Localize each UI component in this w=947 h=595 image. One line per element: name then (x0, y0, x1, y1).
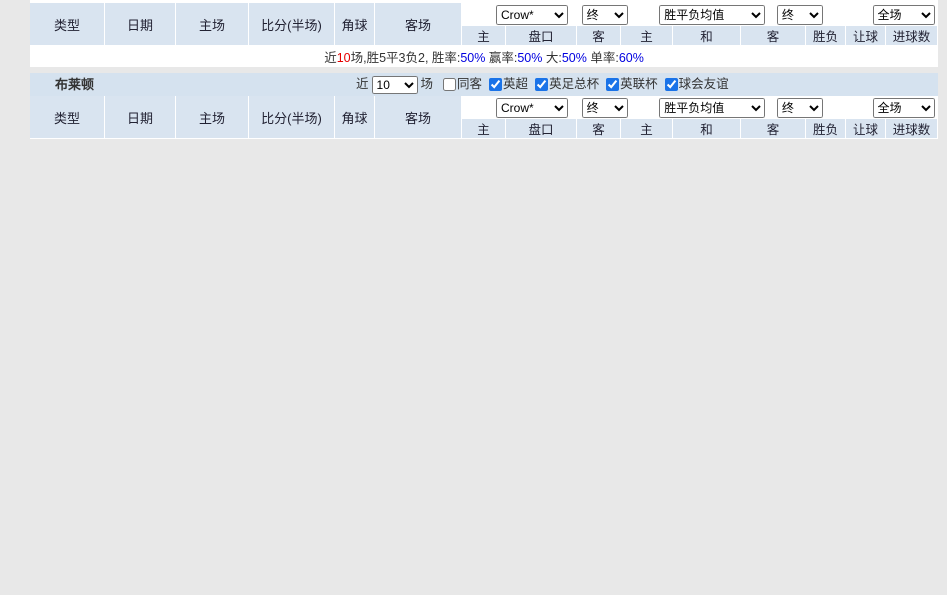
team-header-bar: 布莱顿 近 10 场 同客 英超 英足总杯 英联杯 球会友谊 (30, 73, 938, 96)
filter-item: 同客 (436, 77, 482, 91)
page: 类型 日期 主场 比分(半场) 角球 客场 Crow* 终 胜平负均值 终 全场 (0, 0, 947, 595)
filter-checkbox[interactable] (489, 78, 502, 91)
filter-controls: 近 10 场 同客 英超 英足总杯 英联杯 球会友谊 (353, 73, 729, 96)
col-odds-away: 客 (577, 26, 621, 46)
summary-part: 场,胜5平3负2, 胜率: (351, 51, 461, 65)
col-odds-away: 客 (577, 119, 621, 139)
league-filters: 同客 英超 英足总杯 英联杯 球会友谊 (436, 73, 729, 96)
filter-label: 英联杯 (620, 77, 658, 91)
col-goals: 进球数 (886, 119, 938, 139)
avg-odds-select[interactable]: 胜平负均值 (659, 98, 765, 118)
col-wdl: 胜负 (806, 119, 846, 139)
col-odds-home: 主 (462, 26, 506, 46)
filter-checkbox[interactable] (443, 78, 456, 91)
avg-time-select[interactable]: 终 (777, 5, 823, 25)
scope-select[interactable]: 全场 (873, 98, 935, 118)
col-odds-handicap: 盘口 (506, 119, 577, 139)
filter-checkbox[interactable] (665, 78, 678, 91)
summary-part: 50% (517, 51, 542, 65)
col-away: 客场 (375, 3, 462, 46)
col-score: 比分(半场) (249, 96, 335, 139)
col-avg-away: 客 (741, 26, 806, 46)
col-odds-handicap: 盘口 (506, 26, 577, 46)
col-avg-draw: 和 (673, 119, 741, 139)
col-away: 客场 (375, 96, 462, 139)
col-odds-home: 主 (462, 119, 506, 139)
matches-table-2: 类型 日期 主场 比分(半场) 角球 客场 Crow* 终 胜平负均值 终 全场 (30, 96, 938, 139)
team-name: 布莱顿 (55, 77, 94, 92)
filter-item: 英超 (482, 77, 528, 91)
filter-item: 英足总杯 (528, 77, 599, 91)
first-team-section: 类型 日期 主场 比分(半场) 角球 客场 Crow* 终 胜平负均值 终 全场 (30, 0, 938, 67)
summary-part: 单率: (587, 51, 619, 65)
col-goals: 进球数 (886, 26, 938, 46)
filter-label: 同客 (457, 77, 482, 91)
summary-part: 50% (460, 51, 485, 65)
col-corner: 角球 (335, 3, 375, 46)
bookmaker-select[interactable]: Crow* (496, 5, 568, 25)
filter-item: 球会友谊 (658, 77, 729, 91)
summary-part: 60% (619, 51, 644, 65)
summary-part: 10 (337, 51, 351, 65)
col-avg-home: 主 (621, 26, 673, 46)
scope-select[interactable]: 全场 (873, 5, 935, 25)
filter-item: 英联杯 (599, 77, 658, 91)
odds-time-select[interactable]: 终 (582, 5, 628, 25)
matches-table-1: 类型 日期 主场 比分(半场) 角球 客场 Crow* 终 胜平负均值 终 全场 (30, 3, 938, 67)
col-type: 类型 (30, 96, 105, 139)
odds-selects-row: Crow* 终 胜平负均值 终 全场 (462, 96, 938, 119)
avg-odds-select[interactable]: 胜平负均值 (659, 5, 765, 25)
col-handicap-result: 让球 (846, 26, 886, 46)
summary-part: 50% (562, 51, 587, 65)
second-team-section: 布莱顿 近 10 场 同客 英超 英足总杯 英联杯 球会友谊 类型 日期 主场 比分(半… (30, 73, 938, 139)
filter-checkbox[interactable] (606, 78, 619, 91)
recent-count-select[interactable]: 10 (372, 76, 418, 94)
col-avg-draw: 和 (673, 26, 741, 46)
odds-time-select[interactable]: 终 (582, 98, 628, 118)
filter-label: 球会友谊 (679, 77, 729, 91)
col-handicap-result: 让球 (846, 119, 886, 139)
bookmaker-select[interactable]: Crow* (496, 98, 568, 118)
summary-part: 大: (542, 51, 561, 65)
filter-label: 英超 (503, 77, 528, 91)
recent-label: 近 (356, 73, 369, 96)
stats-summary-row: 近10场,胜5平3负2, 胜率:50% 赢率:50% 大:50% 单率:60% (30, 46, 938, 67)
filter-checkbox[interactable] (535, 78, 548, 91)
col-avg-away: 客 (741, 119, 806, 139)
col-date: 日期 (105, 3, 176, 46)
col-home: 主场 (176, 3, 249, 46)
odds-selects-row: Crow* 终 胜平负均值 终 全场 (462, 3, 938, 26)
avg-time-select[interactable]: 终 (777, 98, 823, 118)
col-type: 类型 (30, 3, 105, 46)
col-avg-home: 主 (621, 119, 673, 139)
filter-label: 英足总杯 (549, 77, 599, 91)
summary-part: 赢率: (485, 51, 517, 65)
col-corner: 角球 (335, 96, 375, 139)
col-date: 日期 (105, 96, 176, 139)
col-home: 主场 (176, 96, 249, 139)
col-score: 比分(半场) (249, 3, 335, 46)
summary-part: 近 (324, 51, 337, 65)
stats-summary: 近10场,胜5平3负2, 胜率:50% 赢率:50% 大:50% 单率:60% (30, 46, 938, 67)
col-wdl: 胜负 (806, 26, 846, 46)
games-label: 场 (421, 73, 434, 96)
